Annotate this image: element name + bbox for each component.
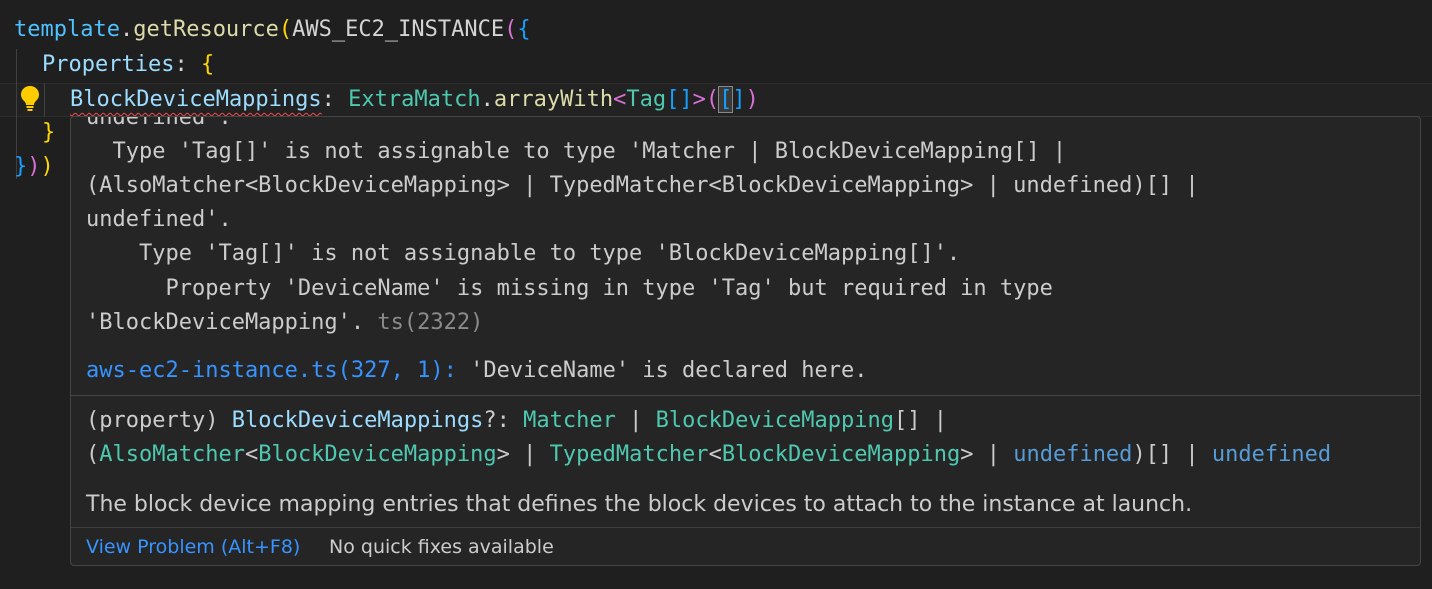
error-line: (AlsoMatcher<BlockDeviceMapping> | Typed…	[86, 173, 1199, 198]
related-info: aws-ec2-instance.ts(327, 1): 'DeviceName…	[86, 358, 868, 383]
signature-line-1: (property) BlockDeviceMappings?: Matcher…	[86, 408, 947, 433]
error-line: undefined'.	[86, 207, 232, 232]
documentation-text: The block device mapping entries that de…	[86, 492, 1193, 517]
code-line-1: template.getResource(AWS_EC2_INSTANCE({	[14, 17, 531, 42]
error-line: Type 'Tag[]' is not assignable to type '…	[86, 139, 1067, 164]
indent-guide	[44, 83, 45, 117]
error-line-last: 'BlockDeviceMapping'. ts(2322)	[86, 310, 484, 335]
view-problem-link[interactable]: View Problem (Alt+F8)	[86, 536, 300, 558]
related-location-link[interactable]: aws-ec2-instance.ts(327, 1):	[86, 358, 457, 383]
code-line-5: }))	[14, 154, 54, 179]
no-quick-fixes-label: No quick fixes available	[329, 536, 554, 558]
code-line-4: }	[42, 120, 56, 145]
code-line-2: Properties: {	[42, 52, 215, 77]
signature-line-2: (AlsoMatcher<BlockDeviceMapping> | Typed…	[86, 442, 1332, 467]
code-line-3: BlockDeviceMappings: ExtraMatch.arrayWit…	[70, 86, 759, 113]
cut-off-line: undefined'.	[86, 116, 232, 130]
hover-tooltip: undefined'. Type 'Tag[]' is not assignab…	[70, 116, 1421, 566]
hover-status-bar: View Problem (Alt+F8) No quick fixes ava…	[71, 527, 1420, 565]
error-squiggle: BlockDeviceMappings	[70, 87, 322, 112]
error-line: Type 'Tag[]' is not assignable to type '…	[86, 241, 961, 266]
error-line: Property 'DeviceName' is missing in type…	[86, 276, 1053, 301]
lightbulb-icon[interactable]	[18, 84, 42, 112]
divider	[71, 395, 1420, 396]
error-code: ts(2322)	[377, 310, 484, 335]
text-cursor: [	[718, 86, 734, 113]
